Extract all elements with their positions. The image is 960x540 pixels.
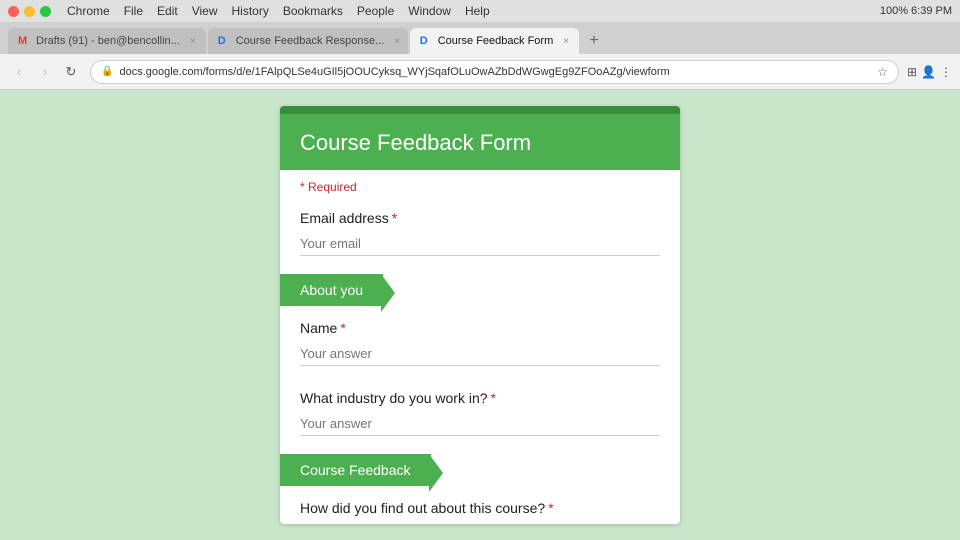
page-content: Course Feedback Form * Required Email ad… <box>0 90 960 540</box>
email-required-star: * <box>392 210 397 226</box>
tab-favicon-drafts: M <box>18 35 30 47</box>
refresh-button[interactable]: ↻ <box>60 61 82 83</box>
extensions-icon[interactable]: ⊞ <box>907 65 917 79</box>
menu-chrome[interactable]: Chrome <box>67 4 110 18</box>
industry-section: What industry do you work in?* <box>280 380 680 450</box>
settings-icon[interactable]: ⋮ <box>940 65 952 79</box>
menu-people[interactable]: People <box>357 4 394 18</box>
new-tab-button[interactable]: + <box>581 28 607 54</box>
address-bar: ‹ › ↻ 🔒 docs.google.com/forms/d/e/1FAlpQ… <box>0 54 960 90</box>
industry-label: What industry do you work in?* <box>300 390 660 406</box>
about-you-divider: About you <box>280 274 383 306</box>
minimize-button[interactable] <box>24 6 35 17</box>
tab-favicon-form: D <box>420 35 432 47</box>
required-text: Required <box>308 180 357 194</box>
industry-input[interactable] <box>300 412 660 436</box>
industry-required-star: * <box>491 390 496 406</box>
maximize-button[interactable] <box>40 6 51 17</box>
system-icons: 100% 6:39 PM <box>880 5 952 17</box>
menu-help[interactable]: Help <box>465 4 490 18</box>
tab-label-drafts: Drafts (91) - ben@bencollin... <box>36 35 180 47</box>
menu-edit[interactable]: Edit <box>157 4 178 18</box>
course-feedback-divider: Course Feedback <box>280 454 431 486</box>
tab-favicon-response: D <box>218 35 230 47</box>
name-label: Name* <box>300 320 660 336</box>
name-section: Name* <box>280 310 680 380</box>
form-header: Course Feedback Form <box>280 106 680 170</box>
how-find-section: How did you find out about this course?* <box>280 490 680 524</box>
section-arrow-feedback <box>429 454 443 492</box>
lock-icon: 🔒 <box>101 66 113 77</box>
bookmark-icon[interactable]: ☆ <box>877 65 888 79</box>
course-feedback-section-wrapper: Course Feedback How did you find out abo… <box>280 450 680 524</box>
tab-drafts[interactable]: M Drafts (91) - ben@bencollin... × <box>8 28 206 54</box>
name-input[interactable] <box>300 342 660 366</box>
tab-close-drafts[interactable]: × <box>190 36 196 47</box>
menu-bookmarks[interactable]: Bookmarks <box>283 4 343 18</box>
tab-feedback-response[interactable]: D Course Feedback Response... × <box>208 28 408 54</box>
tab-feedback-form[interactable]: D Course Feedback Form × <box>410 28 579 54</box>
tab-bar: M Drafts (91) - ben@bencollin... × D Cou… <box>0 22 960 54</box>
required-star: * <box>300 180 305 194</box>
section-arrow-about <box>381 274 395 312</box>
name-required-star: * <box>340 320 345 336</box>
how-find-required-star: * <box>548 500 553 516</box>
form-container: Course Feedback Form * Required Email ad… <box>280 106 680 524</box>
required-note: * Required <box>280 170 680 200</box>
toolbar-right: ⊞ 👤 ⋮ <box>907 65 952 79</box>
form-title: Course Feedback Form <box>300 130 660 156</box>
tab-close-response[interactable]: × <box>394 36 400 47</box>
profile-icon[interactable]: 👤 <box>921 65 936 79</box>
menu-window[interactable]: Window <box>408 4 451 18</box>
address-icons: ☆ <box>877 65 888 79</box>
email-label: Email address* <box>300 210 660 226</box>
menu-file[interactable]: File <box>124 4 143 18</box>
system-info: 100% 6:39 PM <box>880 5 952 17</box>
about-you-section-wrapper: About you Name* What industry do you wor… <box>280 270 680 450</box>
email-input[interactable] <box>300 232 660 256</box>
how-find-label: How did you find out about this course?* <box>300 500 660 516</box>
browser-titlebar: Chrome File Edit View History Bookmarks … <box>0 0 960 22</box>
tab-label-response: Course Feedback Response... <box>236 35 385 47</box>
forward-button[interactable]: › <box>34 61 56 83</box>
about-you-label: About you <box>300 282 363 298</box>
tab-close-form[interactable]: × <box>563 36 569 47</box>
email-section: Email address* <box>280 200 680 270</box>
address-bar-input[interactable]: 🔒 docs.google.com/forms/d/e/1FAlpQLSe4uG… <box>90 60 899 84</box>
menu-history[interactable]: History <box>232 4 269 18</box>
close-button[interactable] <box>8 6 19 17</box>
menu-view[interactable]: View <box>192 4 218 18</box>
back-button[interactable]: ‹ <box>8 61 30 83</box>
browser-menu: Chrome File Edit View History Bookmarks … <box>67 4 490 18</box>
traffic-lights <box>8 6 51 17</box>
course-feedback-label: Course Feedback <box>300 462 411 478</box>
form-body: * Required Email address* About you <box>280 170 680 524</box>
nav-buttons: ‹ › ↻ <box>8 61 82 83</box>
address-text: docs.google.com/forms/d/e/1FAlpQLSe4uGIl… <box>119 66 669 78</box>
tab-label-form: Course Feedback Form <box>438 35 554 47</box>
